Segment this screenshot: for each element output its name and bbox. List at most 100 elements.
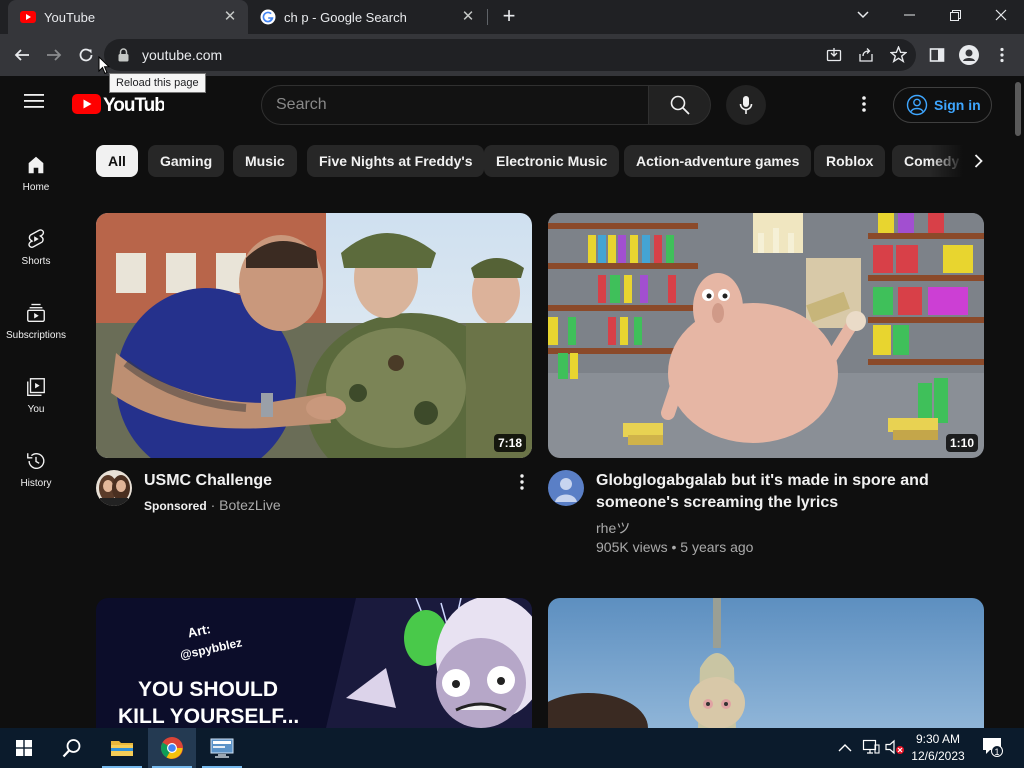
chevron-right-icon bbox=[974, 154, 983, 168]
settings-menu-button[interactable] bbox=[862, 96, 866, 117]
subscriptions-icon bbox=[27, 303, 45, 322]
tab-google-search[interactable]: ch p - Google Search ✕ bbox=[250, 0, 486, 34]
chrome-menu-button[interactable] bbox=[989, 42, 1015, 68]
microphone-icon bbox=[739, 96, 753, 114]
reload-button[interactable] bbox=[73, 42, 99, 68]
channel-name[interactable]: rheツ bbox=[596, 518, 630, 538]
forward-button[interactable] bbox=[41, 42, 67, 68]
sidebar-item-history[interactable]: History bbox=[0, 442, 72, 510]
minimize-button[interactable] bbox=[886, 0, 932, 30]
youtube-logo[interactable]: YouTube bbox=[72, 93, 176, 120]
chip-action-adventure-games[interactable]: Action-adventure games bbox=[624, 145, 812, 177]
channel-name[interactable]: BotezLive bbox=[219, 497, 280, 513]
restore-button[interactable] bbox=[932, 0, 978, 30]
guide-menu-button[interactable] bbox=[24, 93, 46, 114]
sidebar-item-you[interactable]: You bbox=[0, 368, 72, 436]
sign-in-button[interactable]: Sign in bbox=[893, 87, 992, 123]
side-panel-button[interactable] bbox=[924, 42, 950, 68]
folder-icon bbox=[111, 741, 133, 756]
more-vert-icon bbox=[520, 474, 524, 490]
system-clock[interactable]: 9:30 AM 12/6/2023 bbox=[906, 731, 970, 765]
google-favicon-icon bbox=[260, 9, 276, 25]
channel-avatar-image bbox=[96, 470, 132, 506]
video-metadata: Sponsored · BotezLive bbox=[144, 497, 281, 513]
more-vert-icon bbox=[1000, 47, 1004, 63]
youtube-logo-icon: YouTube bbox=[72, 94, 176, 116]
video-thumbnail[interactable]: 7:18 bbox=[96, 213, 532, 458]
video-duration: 7:18 bbox=[493, 434, 526, 452]
video-title-line: Globglogabgalab but it's made in spore a… bbox=[596, 472, 929, 489]
chevron-up-icon bbox=[838, 744, 852, 752]
more-vert-icon bbox=[862, 96, 866, 112]
close-tab-icon[interactable]: ✕ bbox=[222, 9, 238, 25]
tab-search-button[interactable] bbox=[840, 0, 886, 30]
install-app-icon[interactable] bbox=[826, 47, 842, 63]
chips-next-button[interactable] bbox=[962, 145, 994, 177]
search-icon bbox=[62, 739, 81, 758]
page-scrollbar[interactable] bbox=[1012, 76, 1024, 728]
sidebar-item-home[interactable]: Home bbox=[0, 146, 72, 214]
sign-in-label: Sign in bbox=[934, 97, 981, 113]
browser-toolbar: youtube.com bbox=[0, 34, 1024, 76]
taskbar-remote-desktop[interactable] bbox=[198, 728, 246, 768]
video-thumbnail[interactable]: Art: @spybblez YOU SHOULD KILL YOURSELF.… bbox=[96, 598, 532, 728]
share-icon[interactable] bbox=[858, 47, 874, 63]
svg-text:YouTube: YouTube bbox=[103, 95, 164, 115]
video-thumbnail-image: Art: @spybblez YOU SHOULD KILL YOURSELF.… bbox=[96, 598, 532, 728]
video-action-menu-button[interactable] bbox=[520, 474, 524, 495]
show-hidden-icons-button[interactable] bbox=[838, 740, 852, 758]
monitor-icon bbox=[210, 738, 234, 758]
video-duration: 1:10 bbox=[945, 434, 978, 452]
chip-electronic-music[interactable]: Electronic Music bbox=[484, 145, 620, 177]
volume-status[interactable] bbox=[885, 739, 905, 760]
network-status[interactable] bbox=[862, 739, 880, 760]
video-title-line: someone's screaming the lyrics bbox=[596, 494, 839, 511]
network-icon bbox=[862, 739, 880, 754]
you-library-icon bbox=[27, 378, 45, 396]
chip-five-nights-at-freddys[interactable]: Five Nights at Freddy's bbox=[307, 145, 485, 177]
taskbar-file-explorer[interactable] bbox=[98, 728, 146, 768]
search-box bbox=[261, 85, 649, 125]
close-tab-icon[interactable]: ✕ bbox=[460, 9, 476, 25]
taskbar-chrome[interactable] bbox=[148, 728, 196, 768]
video-metadata: 905K views • 5 years ago bbox=[596, 539, 753, 555]
sidebar-item-subscriptions[interactable]: Subscriptions bbox=[0, 294, 72, 362]
minimize-icon bbox=[903, 14, 915, 16]
search-input[interactable] bbox=[276, 86, 636, 124]
new-tab-button[interactable]: + bbox=[498, 5, 520, 28]
bookmark-star-icon[interactable] bbox=[890, 46, 907, 63]
chip-all[interactable]: All bbox=[96, 145, 138, 177]
video-thumbnail[interactable]: 1:10 bbox=[548, 213, 984, 458]
tab-youtube[interactable]: YouTube ✕ bbox=[8, 0, 248, 34]
chip-music[interactable]: Music bbox=[233, 145, 297, 177]
search-button[interactable] bbox=[648, 85, 711, 125]
close-icon bbox=[995, 9, 1007, 21]
channel-avatar[interactable] bbox=[548, 470, 584, 506]
chip-roblox[interactable]: Roblox bbox=[814, 145, 886, 177]
youtube-favicon-icon bbox=[20, 11, 36, 23]
reload-tooltip: Reload this page bbox=[109, 73, 206, 93]
address-bar[interactable]: youtube.com bbox=[104, 39, 916, 71]
video-title[interactable]: USMC Challenge bbox=[144, 470, 484, 492]
taskbar-search-button[interactable] bbox=[48, 728, 96, 768]
restore-icon bbox=[949, 9, 961, 21]
scrollbar-thumb[interactable] bbox=[1015, 82, 1021, 136]
close-window-button[interactable] bbox=[978, 0, 1024, 30]
video-title[interactable]: Globglogabgalab but it's made in spore a… bbox=[596, 470, 976, 514]
chip-gaming[interactable]: Gaming bbox=[148, 145, 225, 177]
account-circle-icon bbox=[906, 94, 928, 116]
start-button[interactable] bbox=[0, 728, 48, 768]
action-center-button[interactable]: 1 bbox=[982, 737, 1004, 759]
video-thumbnail-image bbox=[548, 213, 984, 458]
sidebar-item-shorts[interactable]: Shorts bbox=[0, 220, 72, 288]
channel-avatar[interactable] bbox=[96, 470, 132, 506]
voice-search-button[interactable] bbox=[726, 85, 766, 125]
url-text[interactable]: youtube.com bbox=[142, 47, 222, 63]
back-button[interactable] bbox=[9, 42, 35, 68]
notification-count-badge: 1 bbox=[991, 745, 1003, 757]
chrome-icon bbox=[161, 737, 183, 759]
profile-button[interactable] bbox=[956, 42, 982, 68]
home-icon bbox=[28, 156, 44, 174]
video-thumbnail[interactable] bbox=[548, 598, 984, 728]
sidebar-item-label: Shorts bbox=[21, 256, 51, 267]
